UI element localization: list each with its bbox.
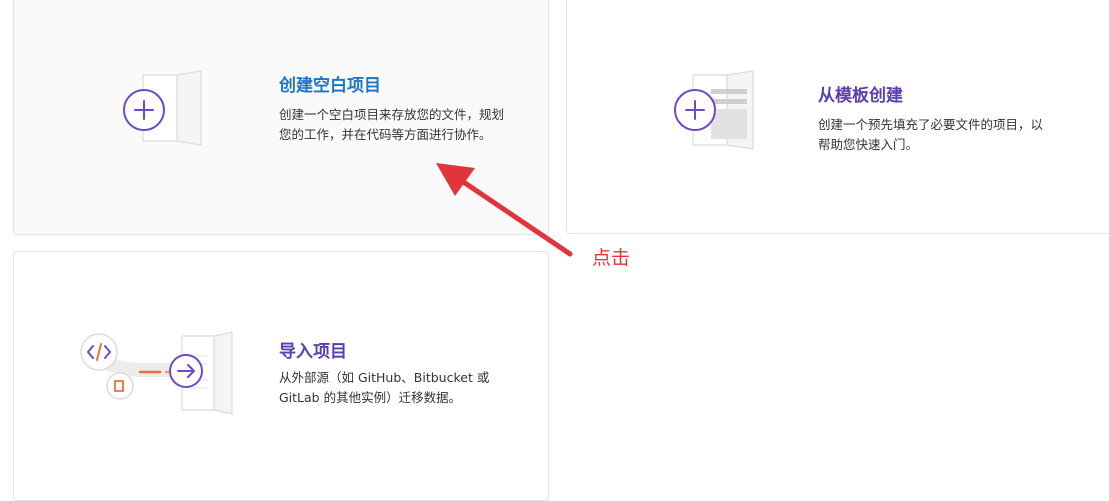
card-title: 从模板创建 (818, 86, 903, 106)
annotation-label: 点击 (592, 247, 631, 269)
card-description: 创建一个空白项目来存放您的文件，规划您的工作，并在代码等方面进行协作。 (279, 107, 505, 142)
import-code-icon (76, 328, 252, 418)
card-title: 导入项目 (279, 342, 347, 362)
create-from-template-card[interactable]: 从模板创建 创建一个预先填充了必要文件的项目，以帮助您快速入门。 (566, 0, 1109, 234)
plus-document-icon (119, 69, 219, 149)
template-document-icon (667, 69, 767, 153)
card-description: 从外部源（如 GitHub、Bitbucket 或 GitLab 的其他实例）迁… (279, 370, 490, 405)
card-description: 创建一个预先填充了必要文件的项目，以帮助您快速入门。 (818, 117, 1044, 152)
import-project-card[interactable]: 导入项目 从外部源（如 GitHub、Bitbucket 或 GitLab 的其… (13, 251, 549, 501)
create-blank-project-card[interactable]: 创建空白项目 创建一个空白项目来存放您的文件，规划您的工作，并在代码等方面进行协… (13, 0, 549, 235)
card-title: 创建空白项目 (279, 76, 381, 96)
